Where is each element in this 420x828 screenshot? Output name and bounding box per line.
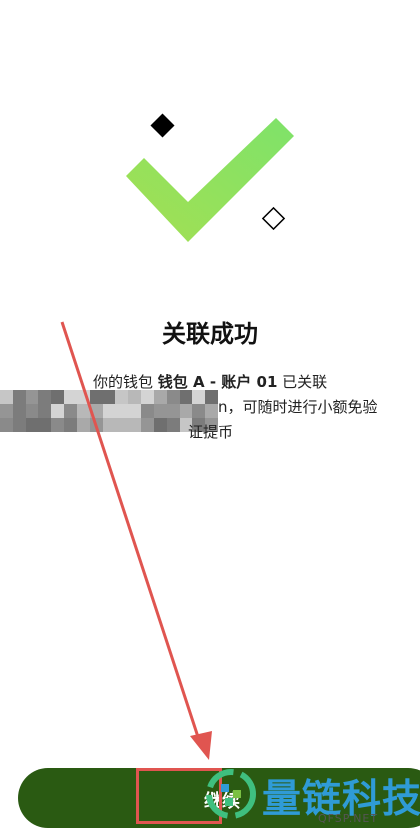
pixel-cell bbox=[115, 418, 129, 432]
pixel-cell bbox=[51, 418, 65, 432]
pixel-cell bbox=[38, 418, 52, 432]
pixel-cell bbox=[51, 404, 65, 418]
pixel-cell bbox=[205, 390, 218, 404]
pixel-cell bbox=[64, 418, 77, 432]
outline-diamond-icon bbox=[261, 206, 286, 231]
pixel-cell bbox=[192, 390, 206, 404]
wallet-name: 钱包 A - 账户 01 bbox=[157, 373, 278, 391]
page-title: 关联成功 bbox=[162, 320, 258, 348]
watermark-logo-icon bbox=[206, 769, 256, 819]
redacted-address bbox=[0, 390, 218, 432]
pixel-cell bbox=[0, 390, 13, 404]
pixel-cell bbox=[192, 404, 206, 418]
pixel-cell bbox=[76, 418, 90, 432]
pixel-cell bbox=[153, 390, 167, 404]
pixel-cell bbox=[153, 418, 167, 432]
pixel-cell bbox=[115, 390, 129, 404]
pixel-cell bbox=[166, 390, 180, 404]
pixel-cell bbox=[51, 390, 65, 404]
pixel-cell bbox=[179, 404, 193, 418]
pixel-cell bbox=[89, 390, 103, 404]
pixel-cell bbox=[64, 390, 77, 404]
pixel-cell bbox=[76, 404, 90, 418]
pixel-cell bbox=[102, 404, 116, 418]
pixel-cell bbox=[12, 390, 26, 404]
pixel-cell bbox=[0, 404, 13, 418]
pixel-cell bbox=[102, 418, 116, 432]
pixel-cell bbox=[89, 404, 103, 418]
pixel-cell bbox=[153, 404, 167, 418]
pixel-cell bbox=[25, 418, 39, 432]
pixel-cell bbox=[141, 418, 154, 432]
pixel-cell bbox=[166, 418, 180, 432]
description-line-1: 你的钱包 钱包 A - 账户 01 已关联 bbox=[93, 371, 327, 392]
watermark-domain: QFSP.NET bbox=[318, 812, 379, 825]
pixel-cell bbox=[179, 390, 193, 404]
pixel-cell bbox=[64, 404, 77, 418]
pixel-cell bbox=[0, 418, 13, 432]
pixel-cell bbox=[128, 404, 142, 418]
description-suffix: 已关联 bbox=[277, 373, 328, 391]
pixel-cell bbox=[89, 418, 103, 432]
filled-diamond-icon bbox=[150, 113, 175, 138]
pixel-cell bbox=[102, 390, 116, 404]
pixel-cell bbox=[115, 404, 129, 418]
description-line-2: n，可随时进行小额免验 bbox=[218, 398, 378, 416]
pixel-cell bbox=[12, 404, 26, 418]
description-prefix: 你的钱包 bbox=[93, 373, 158, 391]
pixel-cell bbox=[25, 390, 39, 404]
success-illustration bbox=[126, 113, 294, 242]
pixel-cell bbox=[166, 404, 180, 418]
description-line-3: 证提币 bbox=[188, 423, 234, 441]
pixel-cell bbox=[128, 390, 142, 404]
pixel-cell bbox=[141, 404, 154, 418]
pixel-cell bbox=[76, 390, 90, 404]
pixel-cell bbox=[38, 390, 52, 404]
pixel-cell bbox=[12, 418, 26, 432]
pixel-cell bbox=[128, 418, 142, 432]
pixel-cell bbox=[25, 404, 39, 418]
pixel-cell bbox=[205, 404, 218, 418]
pixel-cell bbox=[141, 390, 154, 404]
pixel-cell bbox=[38, 404, 52, 418]
